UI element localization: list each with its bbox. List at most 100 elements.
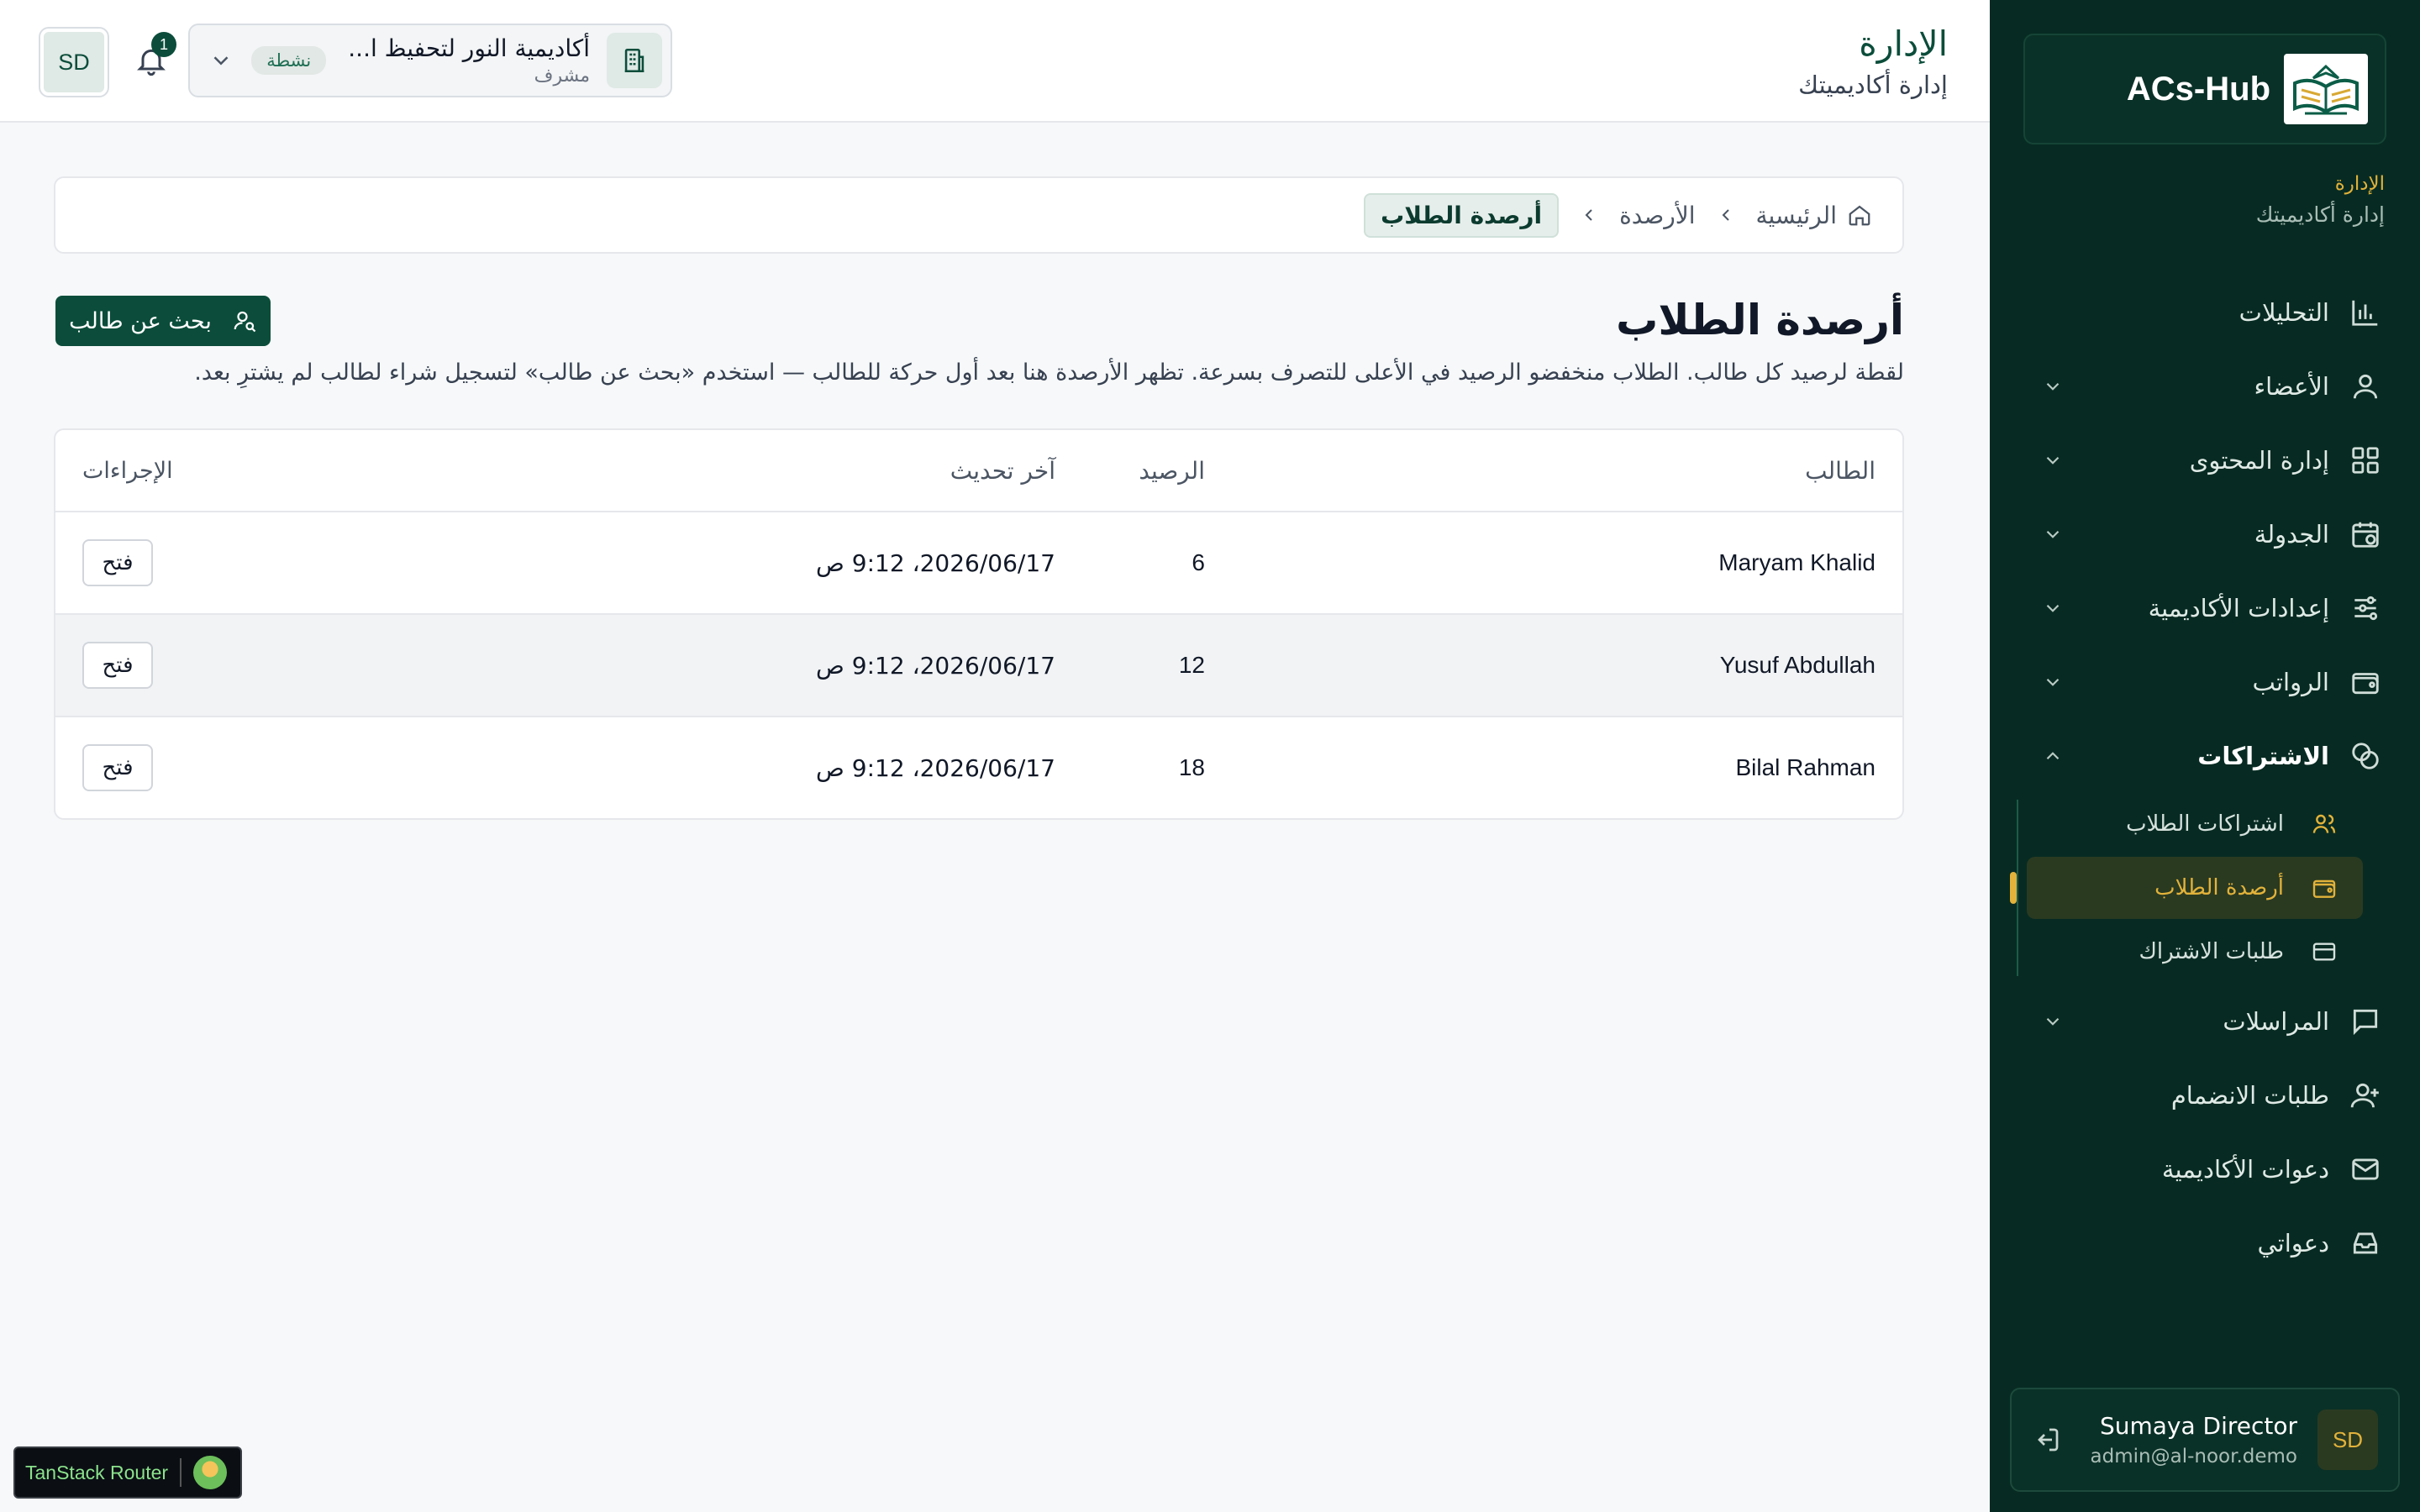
chevron-down-icon [2046, 1017, 2060, 1026]
page-description: لقطة لرصيد كل طالب. الطلاب منخفضو الرصيد… [194, 360, 1904, 386]
notification-count-badge: 1 [151, 32, 176, 57]
header-title: الإدارة [1859, 24, 1948, 64]
table-row: Bilal Rahman 18 2026/06/17، 9:12 ص فتح [55, 716, 1902, 818]
sidebar-item-label: دعوات الأكاديمية [2161, 1155, 2329, 1184]
column-header-balance: الرصيد [1139, 456, 1205, 485]
last-updated: 2026/06/17، 9:12 ص [816, 651, 1055, 680]
tanstack-logo-icon [193, 1456, 228, 1489]
sidebar-subitem-subscription-requests[interactable]: طلبات الاشتراك [2027, 921, 2363, 983]
wallet-icon [2312, 879, 2336, 898]
balances-table: الطالب الرصيد آخر تحديث الإجراءات Maryam… [54, 428, 1904, 820]
sidebar-item-messages[interactable]: المراسلات [1990, 984, 2420, 1058]
student-name: Yusuf Abdullah [1719, 652, 1876, 678]
user-name: Sumaya Director [2099, 1412, 2297, 1440]
sidebar-subitem-label: طلبات الاشتراك [2139, 939, 2285, 964]
sidebar-context-title: الإدارة [2334, 173, 2385, 195]
home-icon [1849, 205, 1870, 226]
row-actions: فتح [55, 642, 755, 689]
sidebar-item-label: التحليلات [2238, 298, 2329, 327]
sidebar-item-label: إدارة المحتوى [2189, 446, 2329, 475]
breadcrumb-home[interactable]: الرئيسية [1756, 202, 1872, 229]
chevron-left-icon [1585, 209, 1592, 221]
divider [180, 1458, 182, 1487]
user-card[interactable]: SD Sumaya Director admin@al-noor.demo [2010, 1388, 2400, 1492]
sidebar-item-scheduling[interactable]: الجدولة [1990, 497, 2420, 571]
student-balance: 12 [1178, 652, 1205, 678]
logout-icon[interactable] [2032, 1425, 2062, 1455]
chevron-down-icon [2046, 382, 2060, 391]
user-icon [2353, 374, 2378, 399]
open-button[interactable]: فتح [82, 539, 153, 586]
sidebar-item-join-requests[interactable]: طلبات الانضمام [1990, 1058, 2420, 1132]
open-button[interactable]: فتح [82, 744, 153, 791]
sidebar-item-payroll[interactable]: الرواتب [1990, 645, 2420, 719]
academy-switcher[interactable]: أكاديمية النور لتحفيظ ا... مشرف نشطة [188, 24, 672, 97]
sidebar-subitem-label: اشتراكات الطلاب [2126, 811, 2284, 837]
sidebar-item-label: طلبات الانضمام [2170, 1081, 2329, 1110]
header-subtitle: إدارة أكاديميتك [1798, 71, 1948, 99]
card-icon [2312, 942, 2336, 961]
sidebar-subitem-student-subscriptions[interactable]: اشتراكات الطلاب [2027, 793, 2363, 855]
avatar[interactable]: SD [40, 29, 108, 96]
column-header-actions: الإجراءات [55, 458, 755, 484]
user-info: Sumaya Director admin@al-noor.demo [2062, 1410, 2297, 1470]
student-balance: 6 [1192, 549, 1205, 575]
sidebar-context-subtitle: إدارة أكاديميتك [2255, 202, 2385, 227]
sidebar-item-academy-invitations[interactable]: دعوات الأكاديمية [1990, 1132, 2420, 1206]
avatar: SD [2317, 1410, 2378, 1470]
sidebar-item-label: الرواتب [2252, 668, 2329, 696]
table-row: Maryam Khalid 6 2026/06/17، 9:12 ص فتح [55, 511, 1902, 613]
column-header-actions-label: الإجراءات [82, 457, 173, 484]
sidebar-item-label: الأعضاء [2254, 372, 2329, 401]
sidebar-subitem-label: أرصدة الطلاب [2154, 875, 2284, 900]
top-header: الإدارة إدارة أكاديميتك أكاديمية النور ل… [0, 0, 1990, 123]
sidebar-item-academy-settings[interactable]: إعدادات الأكاديمية [1990, 571, 2420, 645]
sidebar-item-label: الجدولة [2254, 520, 2329, 549]
coins-icon [2352, 743, 2379, 769]
table-row: Yusuf Abdullah 12 2026/06/17، 9:12 ص فتح [55, 613, 1902, 716]
column-header-updated: آخر تحديث [950, 456, 1055, 485]
status-badge: نشطة [251, 46, 327, 75]
message-icon [2353, 1009, 2378, 1036]
breadcrumb-current: أرصدة الطلاب [1364, 192, 1560, 238]
sidebar-context: الإدارة إدارة أكاديميتك [2256, 170, 2385, 232]
quran-logo-icon [2284, 54, 2368, 124]
subscriptions-submenu: اشتراكات الطلاب أرصدة الطلاب طلبات الاشت… [2010, 793, 2363, 983]
page-title: أرصدة الطلاب [1616, 296, 1904, 344]
academy-role: مشرف [534, 66, 590, 87]
sidebar-item-members[interactable]: الأعضاء [1990, 349, 2420, 423]
sidebar-item-my-invitations[interactable]: دعواتي [1990, 1206, 2420, 1280]
sliders-icon [2354, 596, 2378, 621]
sidebar-item-analytics[interactable]: التحليلات [1990, 276, 2420, 349]
chevron-down-icon [2046, 678, 2060, 686]
sidebar-item-label: إعدادات الأكاديمية [2148, 594, 2329, 622]
tanstack-router-devtools-button[interactable]: TanStack Router [13, 1446, 242, 1499]
search-student-label: بحث عن طالب [69, 307, 212, 334]
sidebar-item-subscriptions[interactable]: الاشتراكات [1990, 719, 2420, 793]
breadcrumb-home-label: الرئيسية [1755, 201, 1837, 229]
row-actions: فتح [55, 744, 755, 791]
chevron-down-icon [2046, 530, 2060, 538]
search-student-button[interactable]: بحث عن طالب [55, 296, 271, 346]
academy-name: أكاديمية النور لتحفيظ ا... [348, 34, 590, 62]
row-actions: فتح [55, 539, 755, 586]
chevron-down-icon [213, 56, 229, 66]
sidebar-item-content[interactable]: إدارة المحتوى [1990, 423, 2420, 497]
building-icon [607, 33, 662, 88]
breadcrumb-section[interactable]: الأرصدة [1619, 202, 1695, 229]
user-email: admin@al-noor.demo [2090, 1446, 2297, 1467]
sidebar-nav: التحليلات الأعضاء إدارة المحتوى الجدولة … [1990, 276, 2420, 1280]
brand-name: ACs-Hub [2126, 70, 2270, 108]
chevron-up-icon [2046, 752, 2060, 760]
academy-text: أكاديمية النور لتحفيظ ا... مشرف [348, 33, 590, 88]
mail-icon [2352, 1158, 2379, 1180]
brand[interactable]: ACs-Hub [2023, 34, 2386, 144]
wallet-icon [2352, 673, 2379, 695]
inbox-icon [2353, 1232, 2378, 1254]
sidebar-subitem-student-balances[interactable]: أرصدة الطلاب [2010, 857, 2363, 919]
last-updated: 2026/06/17، 9:12 ص [816, 753, 1055, 782]
chevron-left-icon [1722, 209, 1729, 221]
column-header-student: الطالب [1805, 456, 1876, 485]
open-button[interactable]: فتح [82, 642, 153, 689]
header-title-block: الإدارة إدارة أكاديميتك [1798, 20, 1948, 102]
